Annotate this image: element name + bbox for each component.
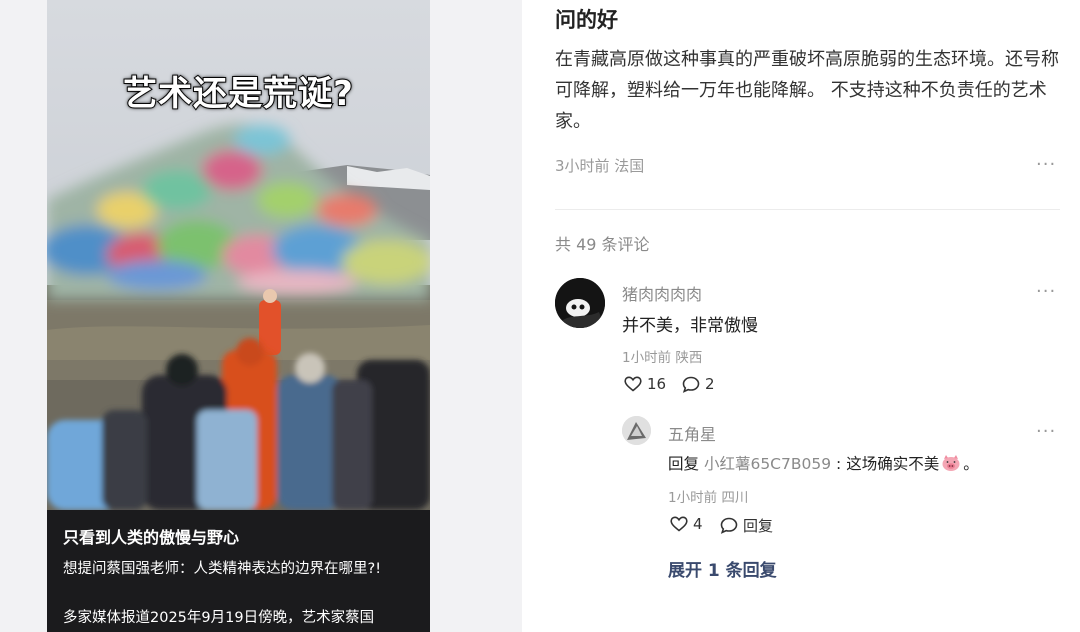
comment-meta: 1小时前 陕西 (622, 350, 703, 366)
comment-reply-button[interactable]: 2 (682, 375, 715, 393)
video-caption: 只看到人类的傲慢与野心 想提问蔡国强老师：人类精神表达的边界在哪里?! 多家媒体… (47, 510, 430, 632)
heart-outline-icon (624, 376, 642, 392)
comment-author[interactable]: 猪肉肉肉肉 (622, 281, 702, 305)
post-body: 在青藏高原做这种事真的严重破坏高原脆弱的生态环境。还号称可降解，塑料给一万年也能… (555, 49, 1059, 132)
like-count: 16 (647, 375, 667, 393)
reply-author[interactable]: 五角星 (668, 421, 716, 445)
speech-bubble-icon (682, 376, 700, 393)
reply-target-user[interactable]: 小红薯65C7B059 (704, 455, 831, 473)
reply-body: 这场确实不美 (846, 455, 940, 473)
post-more-icon[interactable]: ··· (1036, 156, 1056, 174)
comment-panel: 问的好 在青藏高原做这种事真的严重破坏高原脆弱的生态环境。还号称可降解，塑料给一… (522, 0, 1080, 632)
reply-text: 回复 小红薯65C7B059 : 这场确实不美。 (668, 452, 979, 476)
reply-prefix: 回复 (668, 455, 700, 473)
video-card[interactable]: 艺术还是荒诞? 只看到人类的傲慢与野心 想提问蔡国强老师：人类精神表达的边界在哪… (47, 0, 430, 632)
caption-news: 多家媒体报道2025年9月19日傍晚，艺术家蔡国 (63, 610, 375, 626)
speech-bubble-icon (720, 517, 738, 534)
avatar[interactable] (622, 416, 651, 445)
caption-question: 想提问蔡国强老师：人类精神表达的边界在哪里?! (63, 561, 382, 577)
reply-end: 。 (963, 455, 979, 473)
caption-headline: 只看到人类的傲慢与野心 (63, 528, 240, 547)
reply-button[interactable]: 回复 (720, 515, 773, 536)
reply-count: 2 (705, 375, 715, 393)
avatar[interactable] (555, 278, 605, 328)
post-title: 问的好 (555, 8, 618, 32)
like-count: 4 (693, 515, 703, 533)
reply-meta: 1小时前 四川 (668, 490, 749, 506)
divider (555, 209, 1060, 210)
pig-face-emoji (941, 454, 961, 476)
comment-text: 并不美，非常傲慢 (622, 316, 758, 336)
heart-outline-icon (670, 516, 688, 532)
like-button[interactable]: 4 (670, 515, 703, 533)
reply-more-icon[interactable]: ··· (1036, 423, 1056, 441)
expand-replies-link[interactable]: 展开 1 条回复 (668, 556, 777, 581)
comments-count: 共 49 条评论 (555, 235, 650, 254)
comment-more-icon[interactable]: ··· (1036, 283, 1056, 301)
overlay-title: 艺术还是荒诞? (122, 73, 354, 115)
reply-label: 回复 (743, 517, 774, 535)
like-button[interactable]: 16 (624, 375, 666, 393)
post-meta: 3小时前 法国 (555, 157, 645, 175)
